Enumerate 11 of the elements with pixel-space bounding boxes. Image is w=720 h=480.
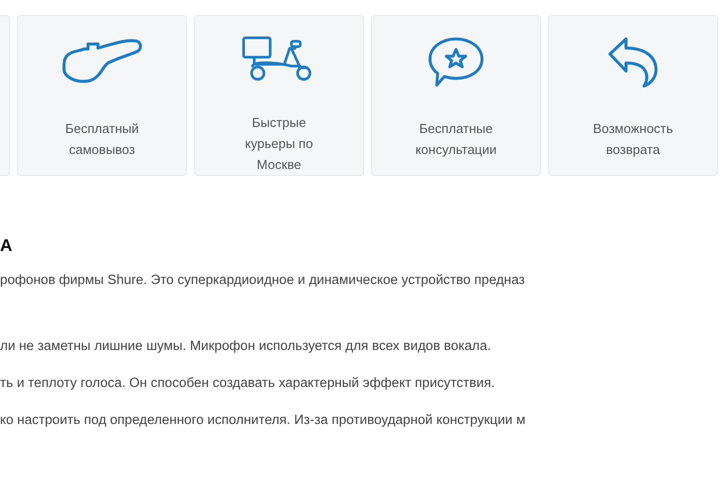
paragraph: рофонов фирмы Shure. Это суперкардиоидное и динамическое устройство предназ — [0, 271, 526, 289]
paragraph: ть и теплоту голоса. Он способен создавать характерный эффект присутствия. — [0, 374, 496, 392]
section-heading: А — [0, 236, 14, 256]
paragraph: ко настроить под определенного исполнителя. Из-за противоударной конструкции м — [0, 411, 526, 429]
feature-label: Возможность возврата — [592, 120, 674, 159]
feature-label: Быстрые курьеры по Москве — [245, 114, 313, 174]
return-arrow-icon — [606, 36, 660, 88]
paragraph: ли не заметны лишние шумы. Микрофон используется для всех видов вокала. — [0, 337, 492, 355]
feature-label: Бесплатные консультации — [415, 120, 497, 159]
feature-label: Бесплатный самовывоз — [65, 120, 139, 159]
chat-star-icon — [426, 36, 486, 88]
